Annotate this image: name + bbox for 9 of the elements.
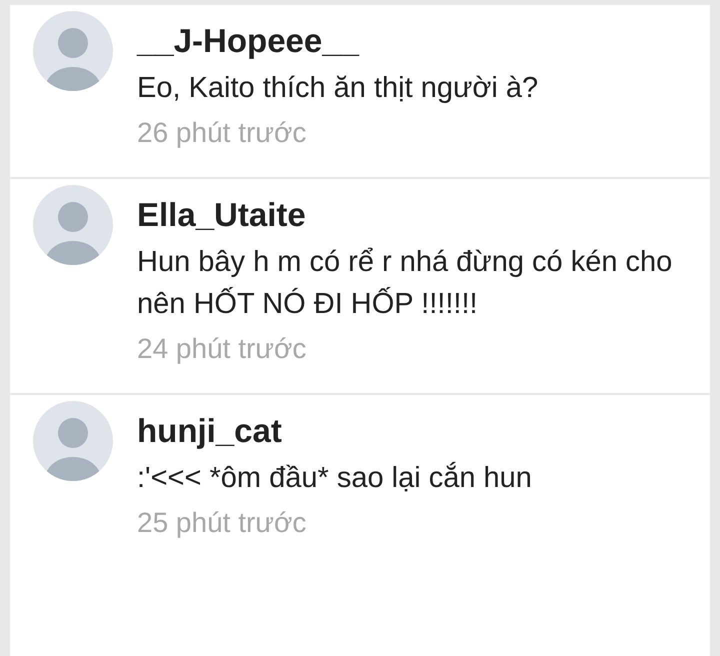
author-name[interactable]: Ella_Utaite [137, 195, 677, 235]
author-name[interactable]: hunji_cat [137, 411, 532, 451]
comment-text: :'<<< *ôm đầu* sao lại cắn hun [137, 460, 532, 496]
author-name[interactable]: __J-Hopeee__ [137, 21, 538, 61]
comment-time: 25 phút trước [137, 506, 308, 540]
comment-text: Hun bây h m có rể r nhá đừng có kén cho nên HỐT NÓ ĐI HỐP !!!!!!! [137, 245, 674, 322]
comment-time: 24 phút trước [137, 332, 308, 366]
comment-time: 26 phút trước [137, 116, 308, 150]
comment-text: Eo, Kaito thích ăn thịt người à? [137, 71, 538, 106]
